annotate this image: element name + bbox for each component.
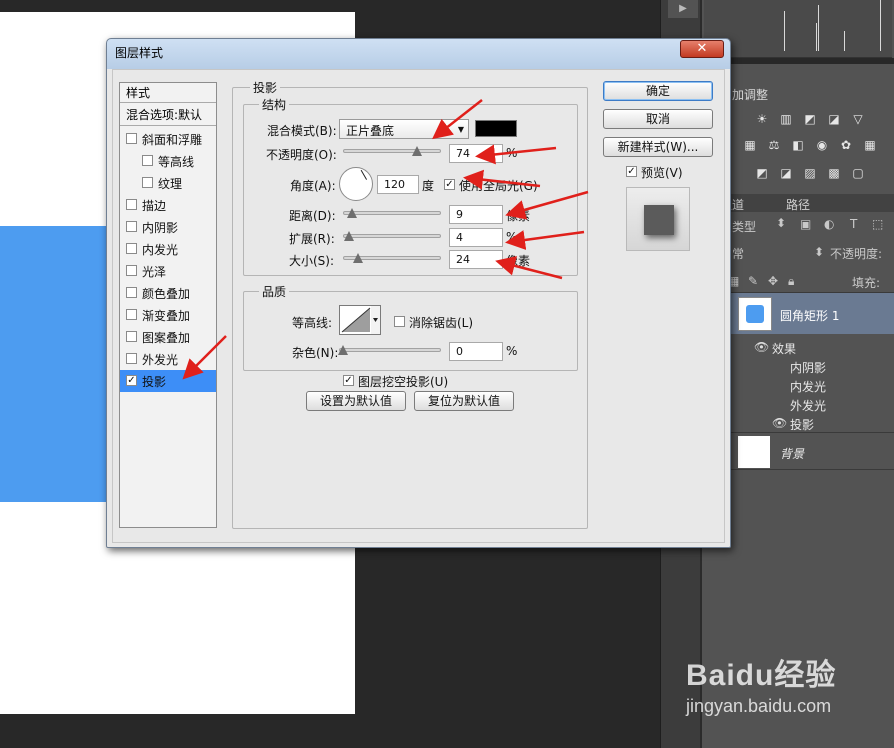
annotation-arrows xyxy=(182,99,589,380)
arrow-icon xyxy=(475,144,557,165)
arrow-icon xyxy=(505,190,589,220)
arrow-icon xyxy=(495,256,563,280)
arrow-icon xyxy=(463,169,541,190)
arrow-icon xyxy=(505,230,585,250)
arrow-icon xyxy=(182,335,227,380)
arrow-icon xyxy=(432,99,483,140)
